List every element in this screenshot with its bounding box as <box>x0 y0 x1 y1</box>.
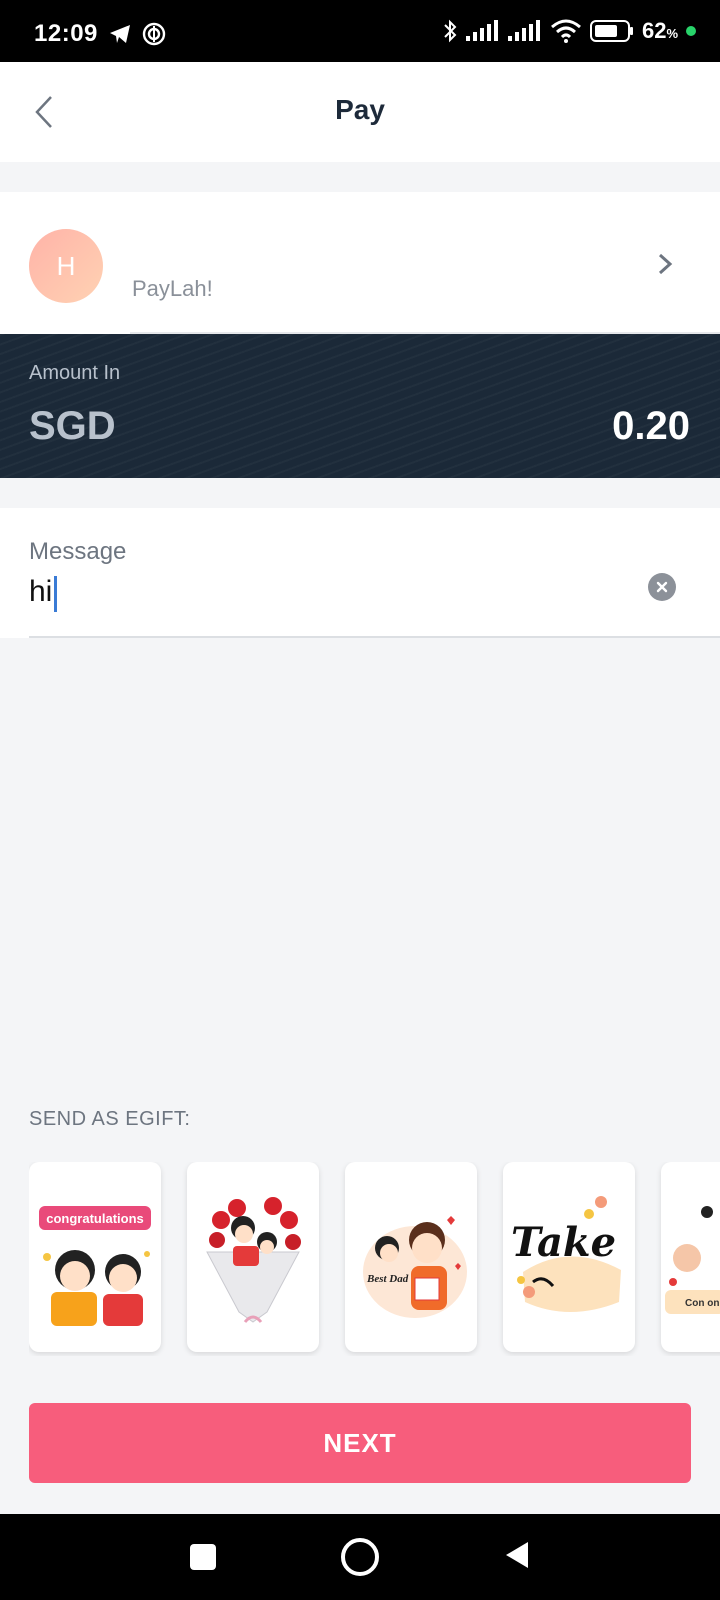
egift-card-caption: Best Dad <box>366 1273 409 1285</box>
egift-card-caption: Take <box>511 1219 616 1266</box>
message-input[interactable] <box>29 572 609 612</box>
take-care-illustration: Take <box>511 1196 621 1312</box>
recents-button[interactable] <box>190 1544 216 1570</box>
amount-currency: SGD <box>29 404 116 448</box>
battery-icon <box>589 20 633 42</box>
amount-panel[interactable]: Amount In SGD 0.20 <box>0 334 720 478</box>
best-dad-illustration: Best Dad <box>363 1216 467 1318</box>
app-header: Pay <box>0 62 720 162</box>
recipient-row[interactable]: H PayLah! <box>0 192 720 334</box>
system-nav-bar <box>0 1514 720 1600</box>
nfc-icon <box>142 22 166 46</box>
egift-carousel[interactable]: congratulations Best Dad Take Con on <box>29 1162 720 1356</box>
egift-card-caption: congratulations <box>46 1211 144 1226</box>
message-divider <box>29 636 720 638</box>
egift-card-caption: Con on <box>685 1298 719 1309</box>
egift-card-congrats-on[interactable]: Con on <box>661 1162 720 1352</box>
signal-icon <box>465 20 498 41</box>
chevron-right-icon <box>658 253 673 275</box>
bouquet-illustration <box>206 1197 301 1323</box>
back-triangle-icon[interactable] <box>504 1540 530 1570</box>
status-time: 12:09 <box>34 20 98 47</box>
next-button[interactable]: NEXT <box>29 1403 691 1483</box>
egift-card-best-dad[interactable]: Best Dad <box>345 1162 477 1352</box>
signal-icon-2 <box>507 20 540 41</box>
congratulations-illustration: congratulations <box>39 1206 151 1326</box>
egift-card-bouquet[interactable] <box>187 1162 319 1352</box>
amount-value[interactable]: 0.20 <box>612 404 690 449</box>
telegram-icon <box>110 25 130 43</box>
clear-icon <box>656 581 668 593</box>
status-left-icons <box>108 22 166 46</box>
wifi-icon <box>550 19 581 43</box>
message-card: Message <box>0 508 720 638</box>
status-bar: 12:09 62% <box>0 0 720 62</box>
text-caret <box>54 576 57 612</box>
egift-label: SEND AS EGIFT: <box>29 1108 191 1130</box>
egift-card-congratulations[interactable]: congratulations <box>29 1162 161 1352</box>
privacy-dot <box>686 26 696 36</box>
amount-label: Amount In <box>29 362 121 384</box>
avatar: H <box>29 229 103 303</box>
bluetooth-icon <box>444 19 457 43</box>
battery-percent: 62% <box>641 18 678 43</box>
clear-button[interactable] <box>648 573 676 601</box>
congrats-on-illustration: Con on <box>665 1206 720 1314</box>
status-right-icons: 62% <box>442 18 696 44</box>
recipient-subtitle: PayLah! <box>132 276 213 301</box>
egift-card-take-care[interactable]: Take <box>503 1162 635 1352</box>
page-title: Pay <box>335 94 385 125</box>
message-label: Message <box>29 538 127 565</box>
home-button[interactable] <box>341 1538 379 1576</box>
